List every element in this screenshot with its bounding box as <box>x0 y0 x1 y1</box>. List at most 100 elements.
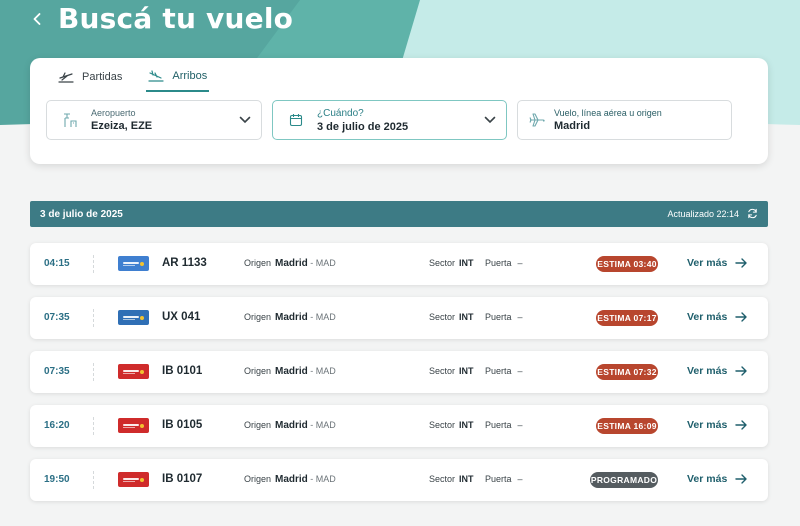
origin-code: MAD <box>315 366 336 376</box>
chevron-down-icon <box>239 116 251 124</box>
airline-logo <box>118 364 149 379</box>
arrow-right-icon <box>735 258 747 268</box>
tab-arribos[interactable]: Arribos <box>146 68 210 92</box>
flight-sector: Sector INT <box>429 312 474 322</box>
flight-origin: Origen Madrid - MAD <box>244 258 336 269</box>
ver-mas-label: Ver más <box>687 257 728 269</box>
airplane-icon <box>529 113 545 127</box>
arrow-right-icon <box>735 420 747 430</box>
flight-origin: Origen Madrid - MAD <box>244 420 336 431</box>
status-badge: ESTIMA 07:17 <box>596 310 658 326</box>
arrow-right-icon <box>735 474 747 484</box>
flight-time: 07:35 <box>44 366 70 377</box>
flight-time: 04:15 <box>44 258 70 269</box>
sector-value: INT <box>459 258 474 268</box>
page-title: Buscá tu vuelo <box>58 2 294 35</box>
airport-label: Aeropuerto <box>91 108 136 118</box>
flight-search-value: Madrid <box>554 120 591 132</box>
flight-row[interactable]: 07:35 IB 0101 Origen Madrid - MAD Sector INT P… <box>30 351 768 393</box>
divider <box>93 255 94 273</box>
airport-select[interactable]: Aeropuerto Ezeiza, EZE <box>46 100 262 140</box>
flight-origin: Origen Madrid - MAD <box>244 312 336 323</box>
flight-number: IB 0101 <box>162 365 203 377</box>
origin-city: Madrid <box>275 366 308 377</box>
gate-value: – <box>517 258 523 268</box>
status-badge: ESTIMA 16:09 <box>596 418 658 434</box>
origin-label: Origen <box>244 258 272 268</box>
ver-mas-link[interactable]: Ver más <box>687 419 747 431</box>
divider <box>93 417 94 435</box>
refresh-button[interactable] <box>747 208 758 221</box>
origin-label: Origen <box>244 366 272 376</box>
origin-city: Madrid <box>275 420 308 431</box>
flight-row[interactable]: 07:35 UX 041 Origen Madrid - MAD Sector INT Pu… <box>30 297 768 339</box>
refresh-icon <box>748 208 757 218</box>
ver-mas-label: Ver más <box>687 365 728 377</box>
back-button[interactable] <box>30 9 44 29</box>
flight-number: UX 041 <box>162 311 201 323</box>
gate-value: – <box>517 366 523 376</box>
sector-label: Sector <box>429 258 456 268</box>
flight-row[interactable]: 04:15 AR 1133 Origen Madrid - MAD Sector INT P… <box>30 243 768 285</box>
airport-value: Ezeiza, EZE <box>91 120 153 132</box>
arrow-right-icon <box>735 312 747 322</box>
flight-search-input[interactable]: Vuelo, línea aérea u origen Madrid <box>517 100 732 140</box>
ver-mas-link[interactable]: Ver más <box>687 365 747 377</box>
sector-label: Sector <box>429 312 456 322</box>
flight-time: 19:50 <box>44 474 70 485</box>
flight-row[interactable]: 16:20 IB 0105 Origen Madrid - MAD Sector INT P… <box>30 405 768 447</box>
takeoff-icon <box>58 72 74 83</box>
origin-label: Origen <box>244 420 272 430</box>
gate-label: Puerta <box>485 312 512 322</box>
flight-gate: Puerta – <box>485 474 523 484</box>
calendar-icon <box>289 114 303 127</box>
ver-mas-link[interactable]: Ver más <box>687 257 747 269</box>
origin-code: MAD <box>315 258 336 268</box>
ver-mas-label: Ver más <box>687 473 728 485</box>
tab-partidas-label: Partidas <box>82 71 123 83</box>
ver-mas-label: Ver más <box>687 311 728 323</box>
divider <box>93 363 94 381</box>
date-value: 3 de julio de 2025 <box>317 120 409 133</box>
flight-search-label: Vuelo, línea aérea u origen <box>554 108 662 118</box>
tab-arribos-label: Arribos <box>172 70 208 82</box>
arrow-right-icon <box>735 366 747 376</box>
origin-code: MAD <box>315 420 336 430</box>
flight-row[interactable]: 19:50 IB 0107 Origen Madrid - MAD Sector INT P… <box>30 459 768 501</box>
updated-time: Actualizado 22:14 <box>667 209 739 219</box>
flight-number: IB 0105 <box>162 419 203 431</box>
flight-origin: Origen Madrid - MAD <box>244 366 336 377</box>
flight-gate: Puerta – <box>485 366 523 376</box>
status-badge: PROGRAMADO <box>590 472 658 488</box>
date-label: ¿Cuándo? <box>317 107 364 119</box>
tab-partidas[interactable]: Partidas <box>56 68 124 92</box>
flight-sector: Sector INT <box>429 474 474 484</box>
flight-sector: Sector INT <box>429 366 474 376</box>
flight-number: IB 0107 <box>162 473 203 485</box>
origin-city: Madrid <box>275 312 308 323</box>
status-badge: ESTIMA 03:40 <box>596 256 658 272</box>
sector-label: Sector <box>429 420 456 430</box>
gate-value: – <box>517 474 523 484</box>
ver-mas-link[interactable]: Ver más <box>687 311 747 323</box>
chevron-down-icon <box>484 116 496 124</box>
ver-mas-link[interactable]: Ver más <box>687 473 747 485</box>
flight-time: 16:20 <box>44 420 70 431</box>
origin-code: MAD <box>315 474 336 484</box>
status-badge: ESTIMA 07:32 <box>596 364 658 380</box>
origin-label: Origen <box>244 312 272 322</box>
search-card: Partidas Arribos Aeropuerto Ezeiza, EZE … <box>30 58 768 164</box>
flight-gate: Puerta – <box>485 258 523 268</box>
results-header: 3 de julio de 2025 Actualizado 22:14 <box>30 201 768 227</box>
gate-value: – <box>517 420 523 430</box>
flight-origin: Origen Madrid - MAD <box>244 474 336 485</box>
airline-logo <box>118 256 149 271</box>
sector-value: INT <box>459 474 474 484</box>
date-select[interactable]: ¿Cuándo? 3 de julio de 2025 <box>272 100 507 140</box>
gate-label: Puerta <box>485 420 512 430</box>
flight-number: AR 1133 <box>162 257 207 269</box>
gate-label: Puerta <box>485 474 512 484</box>
chevron-left-icon <box>33 12 41 25</box>
flight-sector: Sector INT <box>429 420 474 430</box>
sector-value: INT <box>459 420 474 430</box>
